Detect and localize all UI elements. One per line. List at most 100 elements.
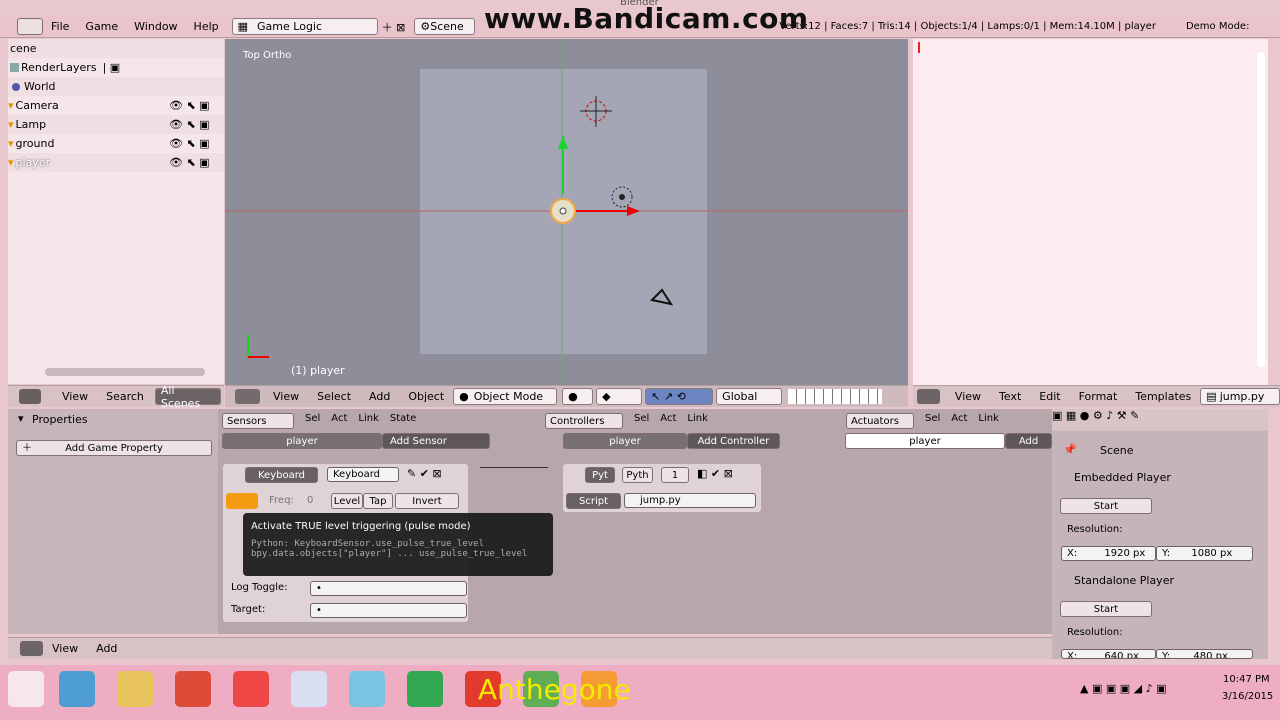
outliner-search-menu[interactable]: Search [97,390,153,403]
outliner-item-ground[interactable]: ground [16,137,55,150]
sensor-link-toggle[interactable]: Link [358,413,378,429]
windows-start-icon[interactable] [8,671,44,707]
text-file-selector[interactable]: ▤ jump.py [1200,388,1280,405]
freq-value[interactable]: 0 [307,495,313,506]
properties-collapse-icon[interactable]: ▾ [18,412,24,425]
outliner-editor-icon[interactable] [19,389,41,404]
log-toggle-field[interactable]: • [310,581,467,596]
layout-selector[interactable]: ▦ Game Logic [231,18,378,35]
scope-dropdown[interactable]: All Scenes [154,384,221,410]
controller-act-toggle[interactable]: Act [660,413,676,429]
text-view-menu[interactable]: View [946,390,990,403]
outliner-item-world[interactable]: World [24,80,56,93]
view-menu[interactable]: View [264,390,308,403]
select-menu[interactable]: Select [308,390,360,403]
properties-tabs[interactable]: ▣ ▦ ● ⚙ ♪ ⚒ ✎ [1052,409,1268,431]
controller-state-field[interactable]: 1 [661,467,689,483]
logic-editor-icon[interactable] [20,641,43,656]
menu-file[interactable]: File [43,20,77,33]
outliner-item-player[interactable]: player [16,156,51,169]
outliner-item-camera[interactable]: Camera [16,99,59,112]
logic-view-menu[interactable]: View [43,642,87,655]
actuator-sel-toggle[interactable]: Sel [925,413,940,429]
internet-explorer-icon[interactable] [59,671,95,707]
system-tray-icons[interactable]: ▲ ▣ ▣ ▣ ◢ ♪ ▣ [1080,682,1167,695]
script-field[interactable]: jump.py [624,493,756,508]
text-editor-area[interactable] [913,39,1268,385]
sensor-name-field[interactable]: Keyboard [327,467,399,482]
menu-help[interactable]: Help [186,20,227,33]
standalone-start-button[interactable]: Start [1060,601,1152,617]
target-field[interactable]: • [310,603,467,618]
orientation-dropdown[interactable]: Global [716,388,783,405]
eye-icon[interactable]: 👁 ⬉ ▣ [169,137,210,150]
controllers-dropdown[interactable]: Controllers [545,413,623,429]
3d-viewport[interactable]: Top Ortho (1) player [225,39,908,385]
viewport-editor-icon[interactable] [235,389,260,404]
controller-name-field[interactable]: Pyth [622,467,653,483]
standalone-x-field[interactable]: X: 640 px [1061,649,1156,659]
text-edit-menu[interactable]: Edit [1030,390,1069,403]
add-layout-icon[interactable]: ＋ ⊠ [382,19,406,35]
eye-icon[interactable]: 👁 ⬉ ▣ [169,99,210,112]
shading-dropdown[interactable]: ● [562,388,594,405]
tap-button[interactable]: Tap [363,493,393,509]
invert-button[interactable]: Invert [395,493,459,509]
embedded-x-field[interactable]: X: 1920 px [1061,546,1156,561]
file-explorer-icon[interactable] [117,671,153,707]
sensors-dropdown[interactable]: Sensors [222,413,294,429]
office-icon[interactable] [407,671,443,707]
outliner-item-lamp[interactable]: Lamp [16,118,47,131]
eye-icon[interactable]: 👁 ⬉ ▣ [169,156,210,169]
embedded-start-button[interactable]: Start [1060,498,1152,514]
sensor-type-dropdown[interactable]: Keyboard [245,467,318,483]
actuators-dropdown[interactable]: Actuators [846,413,914,429]
blender-icon[interactable] [17,18,43,35]
sensor-sel-toggle[interactable]: Sel [305,413,320,429]
freq-label: Freq: [269,495,294,506]
pin-icon[interactable]: ✎ ✔ ⊠ [407,467,442,480]
menu-window[interactable]: Window [126,20,185,33]
text-templates-menu[interactable]: Templates [1126,390,1200,403]
logic-add-menu[interactable]: Add [87,642,126,655]
scene-selector[interactable]: ⚙ Scene [414,18,476,35]
outliner-item-renderlayers[interactable]: RenderLayers [21,61,97,74]
editor-scrollbar[interactable] [1257,52,1265,367]
pivot-dropdown[interactable]: ◆ [596,388,643,405]
actuator-link-toggle[interactable]: Link [978,413,998,429]
notepad-icon[interactable] [349,671,385,707]
add-game-property-button[interactable]: ＋ Add Game Property [16,440,212,456]
python-mode-icons[interactable]: ◧ ✔ ⊠ [697,467,733,480]
eye-icon[interactable]: 👁 ⬉ ▣ [169,118,210,131]
add-sensor-button[interactable]: Add Sensor [382,433,490,449]
text-format-menu[interactable]: Format [1070,390,1127,403]
add-controller-button[interactable]: Add Controller [687,433,780,449]
embedded-y-field[interactable]: Y: 1080 px [1156,546,1253,561]
add-actuator-button[interactable]: Add Actua [1005,433,1052,449]
sensor-act-toggle[interactable]: Act [331,413,347,429]
menu-game[interactable]: Game [77,20,126,33]
script-mode-dropdown[interactable]: Script [566,493,621,509]
layer-buttons[interactable] [788,389,883,404]
controller-link-toggle[interactable]: Link [687,413,707,429]
actuator-act-toggle[interactable]: Act [951,413,967,429]
chrome-icon[interactable] [175,671,211,707]
outliner-view-menu[interactable]: View [53,390,97,403]
pulse-true-button[interactable] [226,493,258,509]
level-button[interactable]: Level [331,493,363,509]
controller-type-dropdown[interactable]: Pyt [585,467,615,483]
controller-sel-toggle[interactable]: Sel [634,413,649,429]
manipulator-buttons[interactable]: ↖ ↗ ⟲ [645,388,714,405]
add-menu[interactable]: Add [360,390,399,403]
active-object-label: (1) player [291,364,345,377]
image-viewer-icon[interactable] [291,671,327,707]
object-menu[interactable]: Object [399,390,453,403]
sensor-state-toggle[interactable]: State [390,413,416,429]
outliner-scrollbar[interactable] [45,368,205,376]
text-editor-icon[interactable] [917,389,940,404]
text-text-menu[interactable]: Text [990,390,1030,403]
mode-dropdown[interactable]: ● Object Mode [453,388,558,405]
apps-icon[interactable] [233,671,269,707]
standalone-y-field[interactable]: Y: 480 px [1156,649,1253,659]
sensor-link-line [480,467,548,468]
